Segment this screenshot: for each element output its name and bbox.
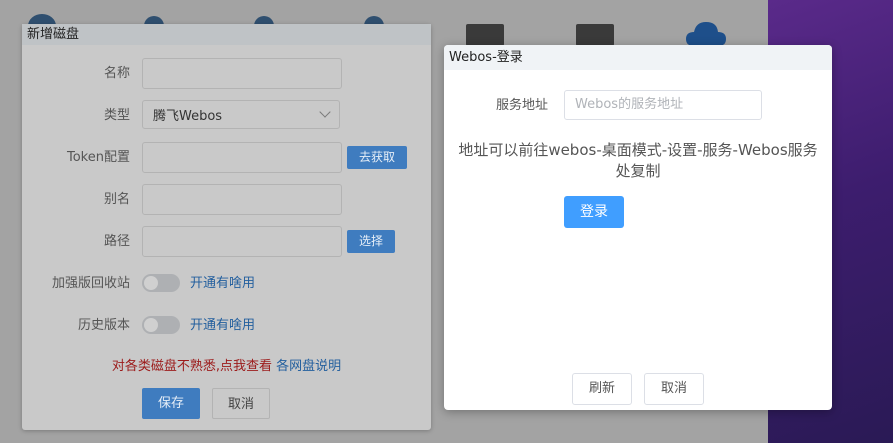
dialog-title: Webos-登录 (444, 45, 832, 70)
save-button[interactable]: 保存 (142, 388, 200, 419)
token-input[interactable] (142, 142, 342, 173)
disk-help-link[interactable]: 各网盘说明 (276, 359, 341, 374)
path-input[interactable] (142, 226, 342, 257)
type-row: 类型 腾飞Webos (22, 100, 431, 131)
path-label: 路径 (103, 234, 130, 249)
history-row: 历史版本 开通有啥用 (22, 310, 431, 341)
refresh-button[interactable]: 刷新 (572, 373, 632, 405)
login-button[interactable]: 登录 (564, 196, 624, 228)
cancel-button[interactable]: 取消 (644, 373, 704, 405)
alias-input[interactable] (142, 184, 342, 215)
type-select-value: 腾飞Webos (153, 109, 223, 124)
name-input[interactable] (142, 58, 342, 89)
recycle-info-link[interactable]: 开通有啥用 (190, 268, 255, 299)
alias-label: 别名 (103, 192, 130, 207)
toggle-knob (144, 276, 158, 290)
type-select[interactable]: 腾飞Webos (142, 100, 340, 129)
recycle-toggle[interactable] (142, 274, 180, 292)
type-label: 类型 (103, 108, 130, 123)
path-row: 路径 选择 (22, 226, 431, 257)
disk-icon (576, 24, 614, 46)
help-text[interactable]: 对各类磁盘不熟悉,点我查看 (112, 359, 272, 374)
cancel-button[interactable]: 取消 (212, 388, 270, 419)
dialog-title: 新增磁盘 (22, 24, 431, 45)
disk-help-hint: 对各类磁盘不熟悉,点我查看 各网盘说明 (22, 355, 431, 374)
chevron-down-icon (319, 106, 331, 118)
name-label: 名称 (103, 66, 130, 81)
alias-row: 别名 (22, 184, 431, 215)
select-path-button[interactable]: 选择 (347, 230, 396, 253)
disk-icon (466, 24, 504, 46)
webos-login-dialog: Webos-登录 服务地址 Webos的服务地址 地址可以前往webos-桌面模… (444, 45, 832, 410)
name-row: 名称 (22, 58, 431, 89)
service-address-note: 地址可以前往webos-桌面模式-设置-服务-Webos服务处复制 (458, 141, 818, 180)
service-address-input[interactable]: Webos的服务地址 (564, 90, 762, 120)
toggle-knob (144, 318, 158, 332)
history-toggle[interactable] (142, 316, 180, 334)
cloud-icon (686, 22, 726, 46)
get-token-button[interactable]: 去获取 (347, 146, 408, 169)
recycle-row: 加强版回收站 开通有啥用 (22, 268, 431, 299)
service-address-label: 服务地址 (496, 98, 549, 113)
token-row: Token配置 去获取 (22, 142, 431, 173)
history-label: 历史版本 (77, 318, 130, 333)
token-label: Token配置 (67, 150, 130, 165)
recycle-label: 加强版回收站 (51, 276, 130, 291)
history-info-link[interactable]: 开通有啥用 (190, 310, 255, 341)
add-disk-dialog: 新增磁盘 名称 类型 腾飞Webos Token配置 去获取 别名 路径 选择 … (22, 24, 431, 430)
